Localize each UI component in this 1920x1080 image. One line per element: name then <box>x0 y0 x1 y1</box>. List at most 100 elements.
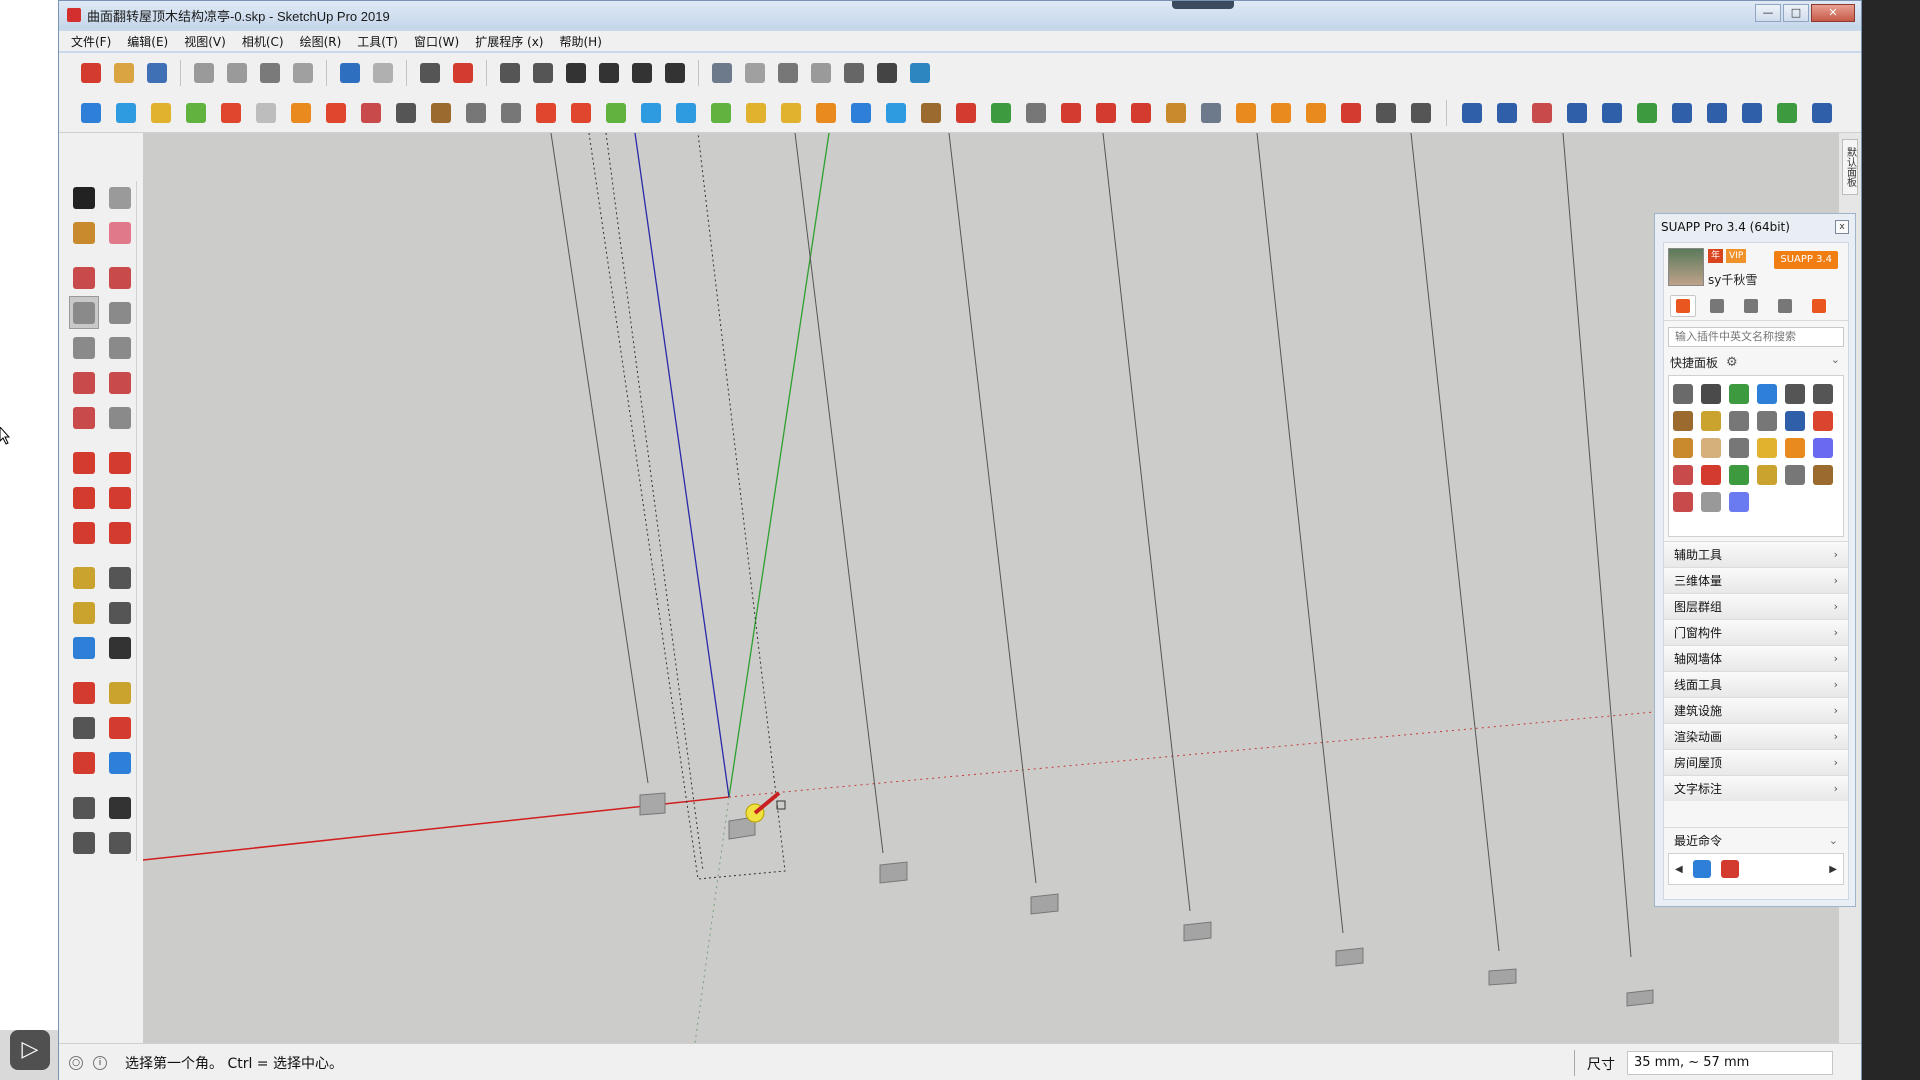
pan-icon[interactable] <box>105 676 135 709</box>
menu-item[interactable]: 绘图(R) <box>300 33 342 50</box>
suapp-yellow-plane-icon[interactable] <box>147 99 175 127</box>
offset-icon[interactable] <box>105 516 135 549</box>
shaded-textures-icon[interactable] <box>873 59 901 87</box>
suapp-red-arrows-icon[interactable] <box>1057 99 1085 127</box>
home-icon[interactable] <box>1670 294 1696 317</box>
suapp-cone-yellow-icon[interactable] <box>742 99 770 127</box>
quick-tool-icon[interactable] <box>1785 438 1805 458</box>
category-item[interactable]: 线面工具 › <box>1664 671 1848 697</box>
menu-item[interactable]: 工具(T) <box>357 33 398 50</box>
drawing-viewport[interactable] <box>143 133 1839 1043</box>
arc-icon[interactable] <box>69 366 99 399</box>
suapp-red-plane-icon[interactable] <box>217 99 245 127</box>
pie-icon[interactable] <box>105 401 135 434</box>
suapp-cup-icon[interactable] <box>917 99 945 127</box>
make-component-icon[interactable] <box>105 181 135 214</box>
curve-arc2-icon[interactable] <box>1738 99 1766 127</box>
quick-tool-icon[interactable] <box>1729 465 1749 485</box>
text-icon[interactable] <box>105 596 135 629</box>
curve-s-green-icon[interactable] <box>1773 99 1801 127</box>
walk-icon[interactable] <box>69 826 99 859</box>
category-item[interactable]: 建筑设施 › <box>1664 697 1848 723</box>
quick-tool-icon[interactable] <box>1673 411 1693 431</box>
category-item[interactable]: 房间屋顶 › <box>1664 749 1848 775</box>
info-icon[interactable]: i <box>93 1055 107 1070</box>
sketchup-logo-icon[interactable] <box>77 59 105 87</box>
quick-tool-icon[interactable] <box>1729 492 1749 512</box>
circle-icon[interactable] <box>69 331 99 364</box>
undo-icon[interactable] <box>336 59 364 87</box>
menu-item[interactable]: 窗口(W) <box>414 33 459 50</box>
erase-icon[interactable] <box>289 59 317 87</box>
curve-spiral-icon[interactable] <box>1703 99 1731 127</box>
suapp-layout-icon[interactable] <box>1407 99 1435 127</box>
back-edges-icon[interactable] <box>741 59 769 87</box>
print-icon[interactable] <box>416 59 444 87</box>
suapp-curve-red-icon[interactable] <box>532 99 560 127</box>
suapp-cross-blue-icon[interactable] <box>637 99 665 127</box>
list-icon[interactable] <box>1806 295 1832 317</box>
suapp-red-square-icon[interactable] <box>322 99 350 127</box>
follow-me-icon[interactable] <box>105 481 135 514</box>
suapp-frame-icon[interactable] <box>1197 99 1225 127</box>
suapp-export-icon[interactable] <box>1022 99 1050 127</box>
maximize-button[interactable]: □ <box>1783 4 1809 22</box>
category-item[interactable]: 渲染动画 › <box>1664 723 1848 749</box>
quick-tool-icon[interactable] <box>1701 384 1721 404</box>
menu-item[interactable]: 相机(C) <box>242 33 284 50</box>
zoom-window-icon[interactable] <box>105 711 135 744</box>
category-item[interactable]: 三维体量 › <box>1664 567 1848 593</box>
quick-tool-icon[interactable] <box>1673 465 1693 485</box>
quick-tool-icon[interactable] <box>1729 438 1749 458</box>
previous-view-icon[interactable] <box>105 746 135 779</box>
suapp-cone-blue-icon[interactable] <box>672 99 700 127</box>
suapp-door-icon[interactable] <box>392 99 420 127</box>
xray-icon[interactable] <box>708 59 736 87</box>
protractor-icon[interactable] <box>69 596 99 629</box>
plugin-search-input[interactable]: 输入插件中英文名称搜索 <box>1668 327 1844 347</box>
curve-arc-icon[interactable] <box>1458 99 1486 127</box>
tape-measure-icon[interactable] <box>69 561 99 594</box>
user-icon[interactable] <box>1738 295 1764 317</box>
suapp-grid-orange-2-icon[interactable] <box>1267 99 1295 127</box>
menu-item[interactable]: 编辑(E) <box>127 33 168 50</box>
suapp-spiral-yellow-icon[interactable] <box>777 99 805 127</box>
right-view-icon[interactable] <box>595 59 623 87</box>
layers-icon[interactable] <box>1704 295 1730 317</box>
gear-icon[interactable]: ⚙ <box>1726 355 1738 370</box>
quick-tool-icon[interactable] <box>1701 411 1721 431</box>
recent-blue-icon[interactable] <box>1692 860 1711 878</box>
quick-tool-icon[interactable] <box>1813 384 1833 404</box>
suapp-blue-cube-icon[interactable] <box>77 99 105 127</box>
wireframe-icon[interactable] <box>774 59 802 87</box>
scroll-left-icon[interactable]: ◀ <box>1675 864 1683 875</box>
front-view-icon[interactable] <box>562 59 590 87</box>
suapp-arrows-mixed-icon[interactable] <box>1092 99 1120 127</box>
two-point-arc-icon[interactable] <box>105 366 135 399</box>
position-camera-icon[interactable] <box>69 791 99 824</box>
iso-view-icon[interactable] <box>496 59 524 87</box>
category-item[interactable]: 文字标注 › <box>1664 775 1848 801</box>
suapp-blue-plane-icon[interactable] <box>112 99 140 127</box>
avatar[interactable] <box>1668 248 1704 286</box>
section-plane-icon[interactable] <box>105 826 135 859</box>
zoom-icon[interactable] <box>69 711 99 744</box>
rectangle-icon[interactable] <box>69 296 99 329</box>
suapp-grid-red-icon[interactable] <box>357 99 385 127</box>
recent-red-icon[interactable] <box>1720 860 1739 878</box>
save-icon[interactable] <box>143 59 171 87</box>
suapp-cluster-icon[interactable] <box>1162 99 1190 127</box>
suapp-stair-icon[interactable] <box>497 99 525 127</box>
suapp-box-brown-icon[interactable] <box>427 99 455 127</box>
suapp-u-red-icon[interactable] <box>952 99 980 127</box>
quick-tool-icon[interactable] <box>1757 384 1777 404</box>
select-icon[interactable] <box>69 181 99 214</box>
search-icon[interactable] <box>1772 295 1798 317</box>
move-icon[interactable] <box>69 446 99 479</box>
category-item[interactable]: 图层群组 › <box>1664 593 1848 619</box>
quick-tool-icon[interactable] <box>1673 438 1693 458</box>
three-point-arc-icon[interactable] <box>69 401 99 434</box>
back-view-icon[interactable] <box>628 59 656 87</box>
shaded-icon[interactable] <box>840 59 868 87</box>
freehand-icon[interactable] <box>105 261 135 294</box>
